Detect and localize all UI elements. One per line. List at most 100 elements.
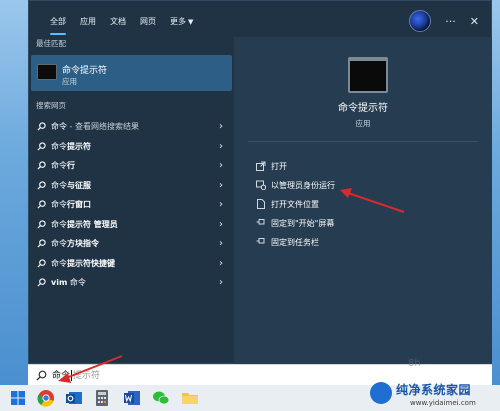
tab-documents[interactable]: 文档 xyxy=(103,13,133,31)
list-item[interactable]: 命令方块指令 › xyxy=(29,234,234,254)
list-item[interactable]: 命令提示符 › xyxy=(29,137,234,157)
chevron-right-icon[interactable]: › xyxy=(219,215,223,235)
watermark-signature: 8h xyxy=(408,358,421,369)
list-item[interactable]: 命令提示符 管理员 › xyxy=(29,215,234,235)
result-text-prefix: 命令 xyxy=(51,239,67,248)
action-open-file-location[interactable]: 打开文件位置 xyxy=(256,195,335,214)
action-pin-to-start[interactable]: 固定到"开始"屏幕 xyxy=(256,214,335,233)
more-options-icon[interactable]: ··· xyxy=(445,15,456,28)
result-text-prefix: 命令 xyxy=(51,258,67,268)
result-text-bold: 与征服 xyxy=(67,180,91,190)
open-icon xyxy=(256,161,266,171)
watermark: 纯净系统家园 www.yidaimei.com xyxy=(370,380,498,411)
action-label: 以管理员身份运行 xyxy=(271,181,335,190)
result-text-bold: 提示符 管理员 xyxy=(67,219,118,229)
chevron-right-icon[interactable]: › xyxy=(219,176,223,196)
result-text-suffix: 命令 xyxy=(67,278,86,287)
windows-start-icon[interactable] xyxy=(8,388,28,408)
wechat-icon[interactable] xyxy=(151,388,171,408)
best-match-subtitle: 应用 xyxy=(62,77,77,86)
result-text-prefix: 命令 xyxy=(51,161,67,170)
chevron-right-icon[interactable]: › xyxy=(219,273,223,293)
result-text-bold: vim xyxy=(51,278,68,287)
chrome-icon[interactable] xyxy=(36,388,56,408)
chevron-right-icon[interactable]: › xyxy=(219,195,223,215)
tab-more[interactable]: 更多 ▼ xyxy=(163,13,200,31)
filter-tabs: 全部 应用 文档 网页 更多 ▼ xyxy=(43,13,200,35)
result-text-bold: 提示符 xyxy=(67,141,91,151)
detail-pane: 命令提示符 应用 打开 以管理员身份运行 打开文件位置 固定到"开始"屏幕 固定… xyxy=(234,37,492,364)
search-icon xyxy=(37,239,46,248)
file-location-icon xyxy=(257,199,265,209)
result-text-prefix: 命令 xyxy=(51,122,67,131)
result-text-prefix: 命令 xyxy=(51,141,67,151)
file-explorer-icon[interactable] xyxy=(180,388,200,408)
watermark-url: www.yidaimei.com xyxy=(410,399,476,407)
tab-web[interactable]: 网页 xyxy=(133,13,163,31)
best-match-heading: 最佳匹配 xyxy=(36,39,66,48)
detail-subtitle: 应用 xyxy=(355,119,371,128)
web-results-list: 命令 - 查看网络搜索结果 › 命令提示符 › 命令行 › 命令与征服 › 命令… xyxy=(29,117,234,293)
text-cursor xyxy=(71,370,73,381)
action-label: 打开文件位置 xyxy=(271,200,319,209)
search-icon xyxy=(37,141,46,151)
result-text-bold: 行 xyxy=(67,161,75,170)
result-text-bold: 行窗口 xyxy=(67,200,91,209)
result-text-suffix: - 查看网络搜索结果 xyxy=(67,122,139,131)
detail-title: 命令提示符 xyxy=(338,103,388,114)
outlook-icon[interactable] xyxy=(64,388,84,408)
search-icon xyxy=(36,370,47,381)
chevron-down-icon: ▼ xyxy=(188,18,194,26)
action-pin-to-taskbar[interactable]: 固定到任务栏 xyxy=(256,233,335,252)
search-icon xyxy=(37,200,46,209)
best-match-title: 命令提示符 xyxy=(62,66,108,76)
action-label: 固定到任务栏 xyxy=(271,238,319,247)
result-text-prefix: 命令 xyxy=(51,180,67,190)
terminal-icon xyxy=(37,64,57,80)
pin-icon xyxy=(256,219,265,225)
shield-icon xyxy=(256,180,266,190)
result-text-prefix: 命令 xyxy=(51,200,67,209)
search-icon xyxy=(37,258,46,268)
terminal-icon xyxy=(348,57,388,93)
calculator-icon[interactable] xyxy=(92,388,112,408)
divider xyxy=(248,141,478,142)
search-icon xyxy=(37,180,46,190)
web-search-heading: 搜索网页 xyxy=(36,101,66,110)
list-item[interactable]: 命令行窗口 › xyxy=(29,195,234,215)
best-match-item[interactable]: 命令提示符 应用 xyxy=(31,55,232,91)
search-typed-text: 命令 xyxy=(52,371,71,381)
action-run-as-admin[interactable]: 以管理员身份运行 xyxy=(256,176,335,195)
avatar[interactable] xyxy=(409,10,432,32)
search-icon xyxy=(37,122,46,131)
result-text-bold: 方块指令 xyxy=(67,239,99,248)
action-open[interactable]: 打开 xyxy=(256,157,335,176)
search-icon xyxy=(37,219,46,229)
chevron-right-icon[interactable]: › xyxy=(219,117,223,137)
list-item[interactable]: 命令行 › xyxy=(29,156,234,176)
watermark-name: 纯净系统家园 xyxy=(396,383,472,397)
close-icon[interactable]: ✕ xyxy=(470,15,479,28)
panel-top-actions: ··· ✕ xyxy=(409,10,479,32)
results-column: 最佳匹配 命令提示符 应用 搜索网页 命令 - 查看网络搜索结果 › 命令提示符… xyxy=(29,37,234,364)
start-search-panel: 全部 应用 文档 网页 更多 ▼ ··· ✕ 最佳匹配 命令提示符 应用 搜索网页… xyxy=(28,0,492,364)
result-text-bold: 提示符快捷键 xyxy=(67,258,115,268)
tab-apps[interactable]: 应用 xyxy=(73,13,103,31)
list-item[interactable]: 命令 - 查看网络搜索结果 › xyxy=(29,117,234,137)
chevron-right-icon[interactable]: › xyxy=(219,254,223,274)
search-icon xyxy=(37,278,46,287)
chevron-right-icon[interactable]: › xyxy=(219,156,223,176)
detail-actions: 打开 以管理员身份运行 打开文件位置 固定到"开始"屏幕 固定到任务栏 xyxy=(256,157,335,252)
list-item[interactable]: 命令提示符快捷键 › xyxy=(29,254,234,274)
tab-all[interactable]: 全部 xyxy=(43,13,73,35)
chevron-right-icon[interactable]: › xyxy=(219,234,223,254)
word-icon[interactable] xyxy=(122,388,142,408)
result-text-prefix: 命令 xyxy=(51,219,67,229)
search-input[interactable]: 命令 提示符 xyxy=(52,365,100,387)
pin-icon xyxy=(256,238,265,244)
chevron-right-icon[interactable]: › xyxy=(219,137,223,157)
list-item[interactable]: 命令与征服 › xyxy=(29,176,234,196)
search-icon xyxy=(37,161,46,170)
list-item[interactable]: vim 命令 › xyxy=(29,273,234,293)
action-label: 打开 xyxy=(271,162,287,171)
